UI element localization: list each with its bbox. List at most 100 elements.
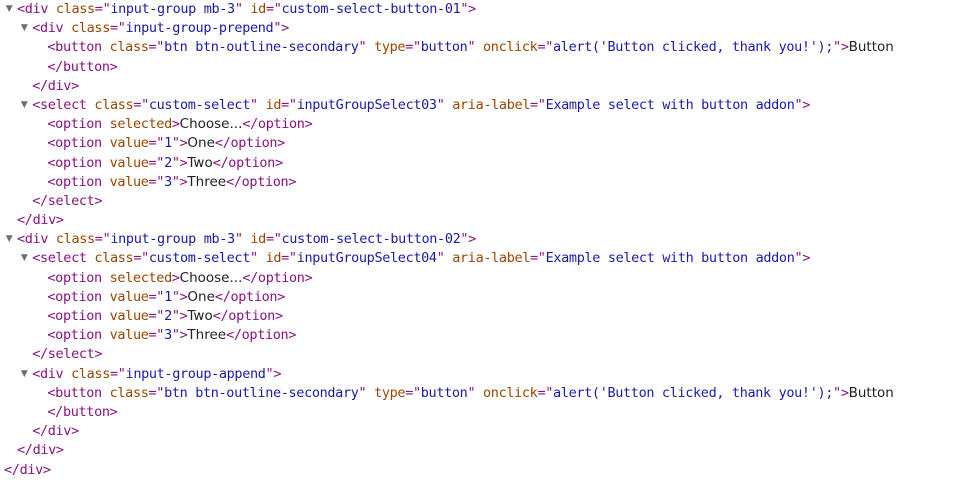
tag-bracket: </: [47, 403, 63, 420]
dom-node-line[interactable]: <option value="2">Two</option>: [0, 307, 955, 326]
dom-node-line[interactable]: <option value="1">One</option>: [0, 134, 955, 153]
dom-node-line[interactable]: <option value="1">One</option>: [0, 288, 955, 307]
attribute-name: class: [71, 365, 110, 382]
text-node: One: [187, 135, 215, 152]
node-markup: <div class="input-group-prepend">: [32, 19, 289, 38]
attribute-value: 1: [164, 135, 172, 152]
attribute-equals: =": [405, 384, 421, 401]
tag-bracket: </: [17, 442, 33, 459]
tag-name: button: [62, 58, 110, 75]
triangle-down-icon[interactable]: ▼: [4, 230, 14, 249]
tag-bracket: <: [47, 116, 56, 133]
dom-node-line[interactable]: </div>: [0, 422, 955, 441]
dom-node-line[interactable]: ▼ <select class="custom-select" id="input…: [0, 96, 955, 115]
attribute-quote: ": [234, 1, 243, 17]
attribute-equals: =": [148, 135, 165, 152]
attribute-equals: =": [148, 39, 165, 56]
attribute-value: 3: [164, 327, 172, 344]
attribute-name: class: [55, 231, 95, 248]
dom-node-line[interactable]: ▼ <div class="input-group-append">: [0, 365, 955, 384]
tag-bracket: <: [47, 135, 56, 152]
attribute-equals: =": [537, 384, 554, 401]
attribute-value: inputGroupSelect03: [296, 96, 437, 113]
text-node: Button: [848, 384, 894, 401]
tag-bracket: >: [802, 250, 811, 267]
attribute-name: id: [250, 1, 266, 17]
tag-bracket: >: [109, 403, 118, 420]
dom-node-line[interactable]: </button>: [0, 58, 955, 77]
tag-name: option: [55, 173, 102, 190]
tag-name: div: [19, 461, 44, 478]
dom-node-line[interactable]: ▼ <div class="input-group mb-3" id="custo…: [0, 0, 955, 19]
tag-bracket: <: [47, 288, 56, 305]
dom-node-line[interactable]: <button class="btn btn-outline-secondary…: [0, 38, 955, 57]
dom-node-line[interactable]: </div>: [0, 441, 955, 460]
dom-node-line[interactable]: <option selected>Choose...</option>: [0, 269, 955, 288]
dom-node-line[interactable]: </div>: [0, 77, 955, 96]
attribute-name: selected: [109, 269, 173, 286]
dom-node-line[interactable]: <option value="2">Two</option>: [0, 154, 955, 173]
triangle-down-icon[interactable]: ▼: [19, 249, 29, 268]
tag-name: option: [241, 327, 289, 344]
dom-node-line[interactable]: </div>: [0, 461, 955, 480]
dom-node-line[interactable]: </div>: [0, 211, 955, 230]
dom-node-line[interactable]: <option value="3">Three</option>: [0, 326, 955, 345]
node-markup: </button>: [47, 58, 117, 77]
attribute-name: class: [109, 39, 149, 56]
tag-bracket: <: [47, 308, 56, 324]
attribute-equals: =": [530, 250, 546, 267]
tag-name: option: [257, 269, 305, 286]
node-markup: <option value="2">Two</option>: [47, 307, 283, 326]
tag-bracket: >: [273, 365, 282, 382]
node-markup: </div>: [32, 77, 79, 96]
dom-node-line[interactable]: <option value="3">Three</option>: [0, 173, 955, 192]
tag-bracket: <: [32, 96, 40, 113]
tag-bracket: >: [109, 58, 118, 75]
node-markup: <option selected>Choose...</option>: [47, 269, 312, 288]
attribute-value: custom-select-button-02: [281, 231, 461, 248]
triangle-down-icon[interactable]: ▼: [4, 0, 14, 19]
dom-node-line[interactable]: ▼ <div class="input-group mb-3" id="custo…: [0, 230, 955, 249]
node-markup: </div>: [32, 422, 79, 441]
tag-name: select: [39, 250, 87, 267]
dom-node-line[interactable]: <option selected>Choose...</option>: [0, 115, 955, 134]
text-node: Two: [187, 154, 213, 171]
triangle-down-icon[interactable]: ▼: [19, 96, 29, 115]
dom-node-line[interactable]: ▼ <div class="input-group-prepend">: [0, 19, 955, 38]
tag-bracket: >: [55, 212, 64, 229]
attribute-name: selected: [109, 116, 173, 133]
triangle-down-icon[interactable]: ▼: [19, 19, 29, 38]
attribute-value: btn btn-outline-secondary: [164, 384, 359, 401]
tag-bracket: <: [47, 327, 56, 344]
tag-name: div: [47, 423, 72, 440]
dom-node-line[interactable]: ▼ <select class="custom-select" id="input…: [0, 249, 955, 268]
node-markup: <div class="input-group mb-3" id="custom…: [17, 0, 476, 19]
tag-bracket: </: [47, 58, 63, 75]
attribute-name: value: [109, 327, 149, 344]
tag-bracket: <: [17, 231, 25, 248]
attribute-value: input-group-append: [125, 365, 266, 382]
tag-name: div: [39, 365, 64, 382]
tag-name: option: [230, 288, 278, 305]
tag-bracket: >: [304, 116, 313, 133]
dom-node-line[interactable]: <button class="btn btn-outline-secondary…: [0, 384, 955, 403]
attribute-quote: ": [234, 231, 243, 248]
tag-bracket: >: [840, 39, 849, 56]
attribute-value: input-group mb-3: [110, 1, 235, 17]
text-node: Two: [187, 308, 213, 324]
tag-bracket: >: [42, 461, 51, 478]
attribute-equals: =": [148, 154, 165, 171]
dom-node-line[interactable]: </select>: [0, 345, 955, 364]
tag-bracket: >: [171, 269, 180, 286]
attribute-name: aria-label: [452, 250, 531, 267]
dom-node-line[interactable]: </select>: [0, 192, 955, 211]
attribute-equals: =": [148, 288, 165, 305]
text-node: Choose...: [179, 269, 243, 286]
attribute-value: button: [420, 39, 468, 56]
triangle-down-icon[interactable]: ▼: [19, 365, 29, 384]
attribute-name: id: [265, 96, 282, 113]
dom-node-line[interactable]: </button>: [0, 403, 955, 422]
attribute-quote: ": [250, 96, 258, 113]
tag-bracket: </: [32, 192, 48, 209]
node-markup: <select class="custom-select" id="inputG…: [32, 249, 810, 268]
